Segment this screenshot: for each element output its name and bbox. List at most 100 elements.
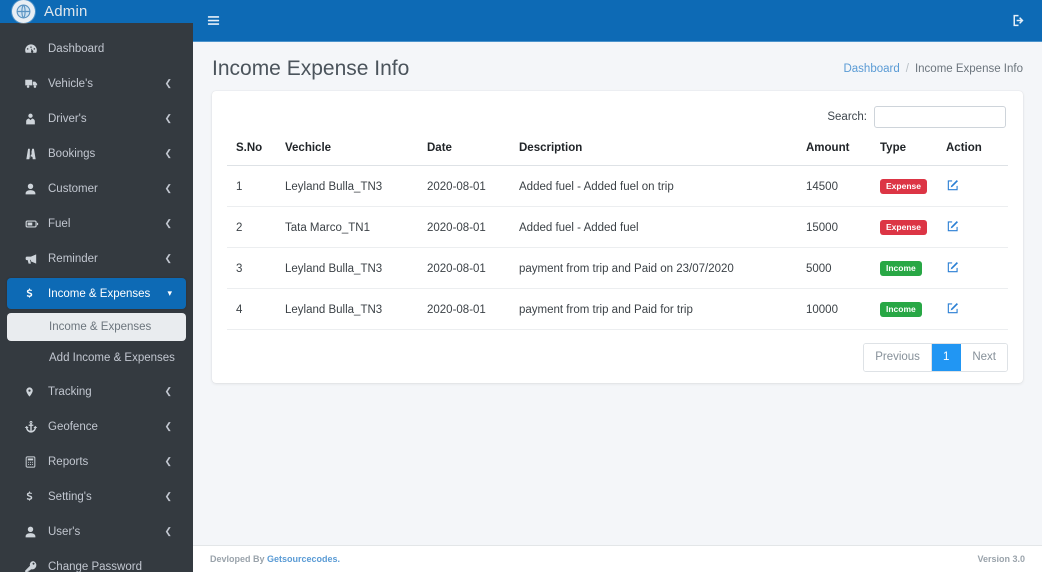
chevron-left-icon: ❮ (164, 78, 172, 88)
sidebar-item-fuel[interactable]: Fuel ❮ (7, 208, 186, 239)
sign-out-icon[interactable] (1011, 13, 1026, 28)
dollar-icon (24, 286, 43, 301)
column-header-amount[interactable]: Amount (806, 142, 880, 166)
sidebar-item-users[interactable]: User's ❮ (7, 516, 186, 547)
column-header-type[interactable]: Type (880, 142, 946, 166)
bullhorn-icon (24, 252, 43, 266)
cell-sno: 4 (227, 288, 285, 330)
sidebar-item-customer[interactable]: Customer ❮ (7, 173, 186, 204)
cell-action (946, 165, 1008, 207)
sidebar-item-label: Bookings (48, 147, 96, 160)
chevron-left-icon: ❮ (164, 386, 172, 396)
sidebar-item-reminder[interactable]: Reminder ❮ (7, 243, 186, 274)
topbar (193, 0, 1042, 42)
breadcrumb-separator: / (905, 63, 909, 75)
sidebar-item-geofence[interactable]: Geofence ❮ (7, 411, 186, 442)
cell-type: Expense (880, 206, 946, 248)
footer-version: Version 3.0 (977, 554, 1025, 564)
content-header: Income Expense Info Dashboard / Income E… (193, 42, 1042, 91)
sidebar: Admin Dashboard Vehicle's ❮ Driver's ❮ B… (0, 0, 193, 572)
status-badge: Income (880, 302, 922, 317)
globe-avatar-icon (12, 0, 35, 23)
user-icon (24, 182, 43, 196)
column-header-vehicle[interactable]: Vechicle (285, 142, 427, 166)
cell-date: 2020-08-01 (427, 247, 519, 289)
sidebar-item-settings[interactable]: Setting's ❮ (7, 481, 186, 512)
column-header-date[interactable]: Date (427, 142, 519, 166)
column-header-description[interactable]: Description (519, 142, 806, 166)
sidebar-item-income-expenses[interactable]: Income & Expenses ▾ (7, 278, 186, 309)
pagination-previous-button[interactable]: Previous (864, 344, 932, 371)
cell-description: payment from trip and Paid for trip (519, 288, 806, 330)
breadcrumb-dashboard-link[interactable]: Dashboard (843, 63, 899, 75)
sidebar-subitem-income-expenses[interactable]: Income & Expenses (7, 313, 186, 341)
sidebar-item-reports[interactable]: Reports ❮ (7, 446, 186, 477)
chevron-left-icon: ❮ (164, 148, 172, 158)
cell-description: Added fuel - Added fuel (519, 206, 806, 248)
column-header-sno[interactable]: S.No (227, 142, 285, 166)
anchor-icon (24, 420, 43, 434)
sidebar-item-change-password[interactable]: Change Password (7, 551, 186, 572)
sidebar-subitem-label: Income & Expenses (49, 321, 152, 333)
sidebar-item-label: Income & Expenses (48, 287, 151, 300)
sidebar-item-bookings[interactable]: Bookings ❮ (7, 138, 186, 169)
cell-type: Expense (880, 165, 946, 207)
cell-amount: 10000 (806, 288, 880, 330)
edit-icon[interactable] (946, 178, 960, 192)
table-row: 2 Tata Marco_TN1 2020-08-01 Added fuel -… (227, 206, 1008, 248)
cell-vehicle: Leyland Bulla_TN3 (285, 165, 427, 207)
column-header-action[interactable]: Action (946, 142, 1008, 166)
user-icon (24, 525, 43, 539)
sidebar-subitem-add-income-expenses[interactable]: Add Income & Expenses (7, 344, 186, 372)
key-icon (24, 560, 43, 572)
cell-date: 2020-08-01 (427, 288, 519, 330)
cell-amount: 14500 (806, 165, 880, 207)
sidebar-item-label: Customer (48, 182, 98, 195)
table-head: S.No Vechicle Date Description Amount Ty… (227, 142, 1008, 166)
battery-icon (24, 217, 43, 231)
edit-icon[interactable] (946, 301, 960, 315)
chevron-left-icon: ❮ (164, 183, 172, 193)
admin-dashboard-page: Admin Dashboard Vehicle's ❮ Driver's ❮ B… (0, 0, 1042, 572)
search-input[interactable] (874, 106, 1006, 128)
cell-vehicle: Leyland Bulla_TN3 (285, 247, 427, 289)
sidebar-item-drivers[interactable]: Driver's ❮ (7, 103, 186, 134)
chevron-left-icon: ❮ (164, 253, 172, 263)
table-row: 1 Leyland Bulla_TN3 2020-08-01 Added fue… (227, 165, 1008, 207)
edit-icon[interactable] (946, 260, 960, 274)
cell-action (946, 288, 1008, 330)
calculator-icon (24, 455, 43, 469)
sidebar-item-label: Change Password (48, 560, 142, 572)
pagination-next-button[interactable]: Next (961, 344, 1007, 371)
edit-icon[interactable] (946, 219, 960, 233)
cell-amount: 5000 (806, 247, 880, 289)
chevron-left-icon: ❮ (164, 456, 172, 466)
sidebar-item-vehicles[interactable]: Vehicle's ❮ (7, 68, 186, 99)
cell-type: Income (880, 288, 946, 330)
table-body: 1 Leyland Bulla_TN3 2020-08-01 Added fue… (227, 165, 1008, 330)
map-marker-icon (24, 385, 43, 399)
chevron-left-icon: ❮ (164, 218, 172, 228)
chevron-left-icon: ❮ (164, 113, 172, 123)
hamburger-menu-icon[interactable] (206, 13, 221, 28)
status-badge: Expense (880, 179, 927, 194)
status-badge: Expense (880, 220, 927, 235)
table-header-row: S.No Vechicle Date Description Amount Ty… (227, 142, 1008, 166)
main-area: Income Expense Info Dashboard / Income E… (193, 0, 1042, 572)
sidebar-item-dashboard[interactable]: Dashboard (7, 33, 186, 64)
pagination-page-1-button[interactable]: 1 (931, 344, 962, 371)
breadcrumb-current: Income Expense Info (914, 63, 1023, 75)
table-row: 4 Leyland Bulla_TN3 2020-08-01 payment f… (227, 288, 1008, 330)
table-row: 3 Leyland Bulla_TN3 2020-08-01 payment f… (227, 247, 1008, 289)
breadcrumb: Dashboard / Income Expense Info (843, 63, 1023, 75)
cell-action (946, 247, 1008, 289)
cell-sno: 1 (227, 165, 285, 207)
footer-credit-link[interactable]: Getsourcecodes. (267, 554, 340, 564)
cell-description: payment from trip and Paid on 23/07/2020 (519, 247, 806, 289)
sidebar-item-tracking[interactable]: Tracking ❮ (7, 376, 186, 407)
brand-header[interactable]: Admin (0, 0, 193, 23)
income-expense-card: Search: S.No Vechicle Date Description A… (212, 91, 1023, 383)
chevron-left-icon: ❮ (164, 491, 172, 501)
cell-sno: 2 (227, 206, 285, 248)
